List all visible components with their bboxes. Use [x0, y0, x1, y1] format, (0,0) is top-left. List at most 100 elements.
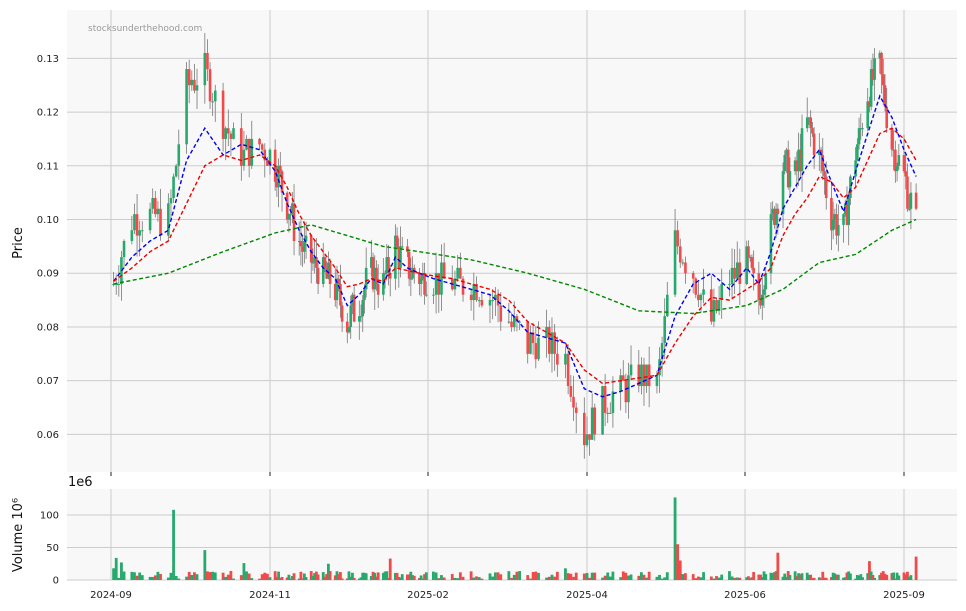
volume-bar	[400, 574, 404, 580]
candle-body	[624, 380, 628, 403]
candle-body	[185, 69, 188, 145]
volume-panel	[67, 489, 957, 580]
x-tick-label: 2024-11	[249, 590, 291, 601]
candle-body	[762, 289, 766, 295]
candle-body	[383, 273, 387, 275]
volume-bar	[717, 577, 721, 580]
candle-body	[553, 332, 556, 354]
candle-body	[897, 155, 901, 166]
candle-body	[856, 144, 859, 161]
volume-bar	[239, 575, 243, 580]
candle-body	[831, 219, 835, 231]
candle-body	[699, 294, 703, 301]
candle-body	[611, 391, 615, 413]
volume-bar	[166, 577, 170, 580]
volume-bar	[112, 568, 116, 580]
candle-body	[247, 138, 251, 166]
candle-body	[702, 289, 705, 295]
volume-bar	[461, 576, 465, 580]
volume-bar	[437, 578, 441, 580]
candle-body	[720, 283, 723, 301]
volume-bar	[280, 576, 284, 580]
volume-bar	[555, 571, 559, 580]
candle-body	[735, 262, 739, 279]
candle-body	[140, 230, 144, 232]
candle-body	[156, 208, 160, 215]
volume-bar	[258, 578, 261, 580]
candle-body	[174, 165, 178, 177]
volume-bar	[735, 577, 739, 580]
volume-tick-label: 50	[46, 543, 59, 554]
volume-bar	[135, 575, 139, 580]
volume-bar	[639, 572, 643, 580]
volume-bar	[412, 575, 416, 580]
candle-body	[842, 214, 845, 225]
candle-body	[245, 138, 248, 150]
candle-body	[861, 128, 864, 130]
candle-body	[190, 79, 194, 86]
volume-bar	[909, 575, 913, 580]
volume-tick-label: 100	[40, 511, 59, 522]
candle-body	[593, 407, 597, 435]
volume-bar	[582, 573, 586, 580]
volume-bar	[187, 571, 191, 580]
volume-bar	[475, 576, 478, 580]
candle-body	[491, 300, 494, 302]
candle-body	[424, 294, 428, 296]
volume-bar	[720, 574, 724, 580]
candle-body	[760, 294, 764, 306]
candle-body	[395, 235, 399, 247]
candle-body	[459, 267, 462, 279]
volume-bar	[242, 563, 246, 580]
candle-body	[529, 332, 532, 354]
candle-body	[906, 176, 909, 209]
volume-bar	[534, 571, 538, 580]
volume-bar	[885, 574, 889, 580]
volume-bar	[606, 572, 610, 580]
volume-bar	[545, 577, 548, 580]
x-tick-label: 2025-09	[883, 590, 925, 601]
candle-body	[809, 117, 812, 129]
candle-body	[676, 230, 679, 247]
volume-bar	[491, 576, 495, 580]
price-tick-label: 0.07	[37, 376, 59, 387]
candle-body	[757, 273, 761, 301]
candle-body	[226, 128, 230, 134]
volume-bar	[642, 574, 646, 580]
volume-bar	[678, 560, 682, 580]
volume-bar	[185, 576, 188, 580]
volume-bar	[292, 573, 296, 580]
candle-body	[221, 90, 225, 139]
volume-bar	[352, 577, 356, 580]
candle-body	[409, 278, 413, 280]
volume-bar	[250, 578, 254, 580]
volume-bar	[260, 574, 264, 580]
candle-body	[193, 79, 196, 91]
volume-bar	[208, 572, 212, 580]
candle-body	[854, 160, 857, 177]
volume-bar	[637, 575, 641, 580]
volume-bar	[172, 509, 175, 580]
candle-body	[526, 321, 530, 354]
candle-body	[148, 208, 152, 231]
candle-body	[258, 138, 261, 145]
volume-bar	[364, 573, 368, 580]
candle-body	[347, 326, 351, 333]
candle-body	[419, 278, 423, 284]
candle-body	[172, 176, 175, 199]
candle-body	[788, 171, 792, 188]
candle-body	[242, 149, 246, 166]
candle-body	[588, 434, 591, 440]
candle-body	[747, 246, 750, 258]
candle-body	[647, 364, 651, 387]
candle-body	[477, 300, 481, 302]
candle-body	[507, 321, 511, 323]
price-tick-label: 0.09	[37, 269, 59, 280]
volume-bar	[472, 577, 476, 580]
volume-bar	[518, 571, 522, 580]
volume-bar	[702, 572, 705, 580]
candle-body	[337, 278, 340, 284]
volume-bar	[553, 576, 557, 580]
candle-body	[880, 52, 883, 75]
volume-bar	[647, 571, 651, 580]
